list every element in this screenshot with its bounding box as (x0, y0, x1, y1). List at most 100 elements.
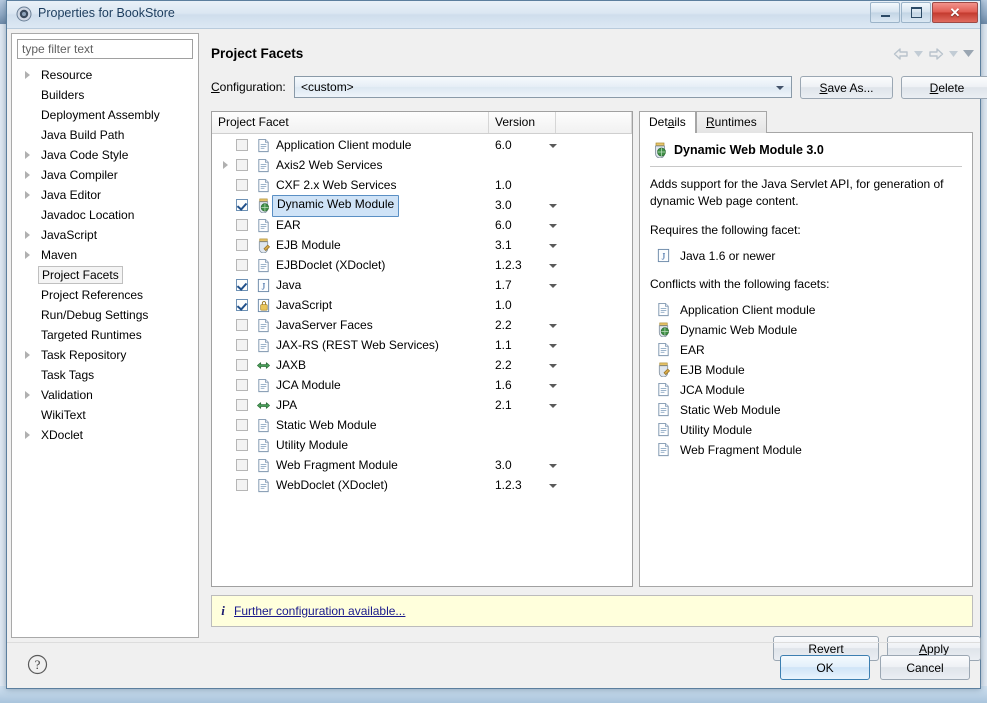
sidebar-item-builders[interactable]: Builders (12, 85, 198, 105)
table-row[interactable]: Axis2 Web Services (212, 155, 632, 175)
configuration-combobox[interactable]: <custom> (294, 76, 792, 98)
facet-checkbox[interactable] (236, 139, 248, 151)
version-chevron-down-icon[interactable] (549, 264, 557, 268)
version-chevron-down-icon[interactable] (549, 484, 557, 488)
further-configuration-link[interactable]: Further configuration available... (234, 604, 405, 618)
version-chevron-down-icon[interactable] (549, 384, 557, 388)
version-chevron-down-icon[interactable] (549, 284, 557, 288)
page-overflow-chevron-down-icon[interactable] (962, 45, 974, 62)
back-arrow-icon[interactable] (892, 45, 909, 62)
sidebar-item-deployment-assembly[interactable]: Deployment Assembly (12, 105, 198, 125)
version-chevron-down-icon[interactable] (549, 244, 557, 248)
version-chevron-down-icon[interactable] (549, 464, 557, 468)
table-row[interactable]: JAX-RS (REST Web Services) 1.1 (212, 335, 632, 355)
expand-chevron-right-icon[interactable] (25, 391, 30, 399)
table-row[interactable]: JPA 2.1 (212, 395, 632, 415)
facet-checkbox[interactable] (236, 339, 248, 351)
sidebar-item-project-references[interactable]: Project References (12, 285, 198, 305)
table-row[interactable]: J Java 1.7 (212, 275, 632, 295)
version-chevron-down-icon[interactable] (549, 144, 557, 148)
facet-checkbox[interactable] (236, 439, 248, 451)
table-row[interactable]: Static Web Module (212, 415, 632, 435)
expand-chevron-right-icon[interactable] (25, 251, 30, 259)
expand-chevron-right-icon[interactable] (25, 171, 30, 179)
expand-chevron-right-icon[interactable] (25, 351, 30, 359)
sidebar-item-task-repository[interactable]: Task Repository (12, 345, 198, 365)
close-button[interactable]: ✕ (932, 2, 978, 23)
sidebar-item-wikitext[interactable]: WikiText (12, 405, 198, 425)
facet-checkbox[interactable] (236, 279, 248, 291)
sidebar-item-java-compiler[interactable]: Java Compiler (12, 165, 198, 185)
table-row[interactable]: Utility Module (212, 435, 632, 455)
help-question-icon[interactable]: ? (27, 654, 48, 675)
sidebar-item-java-editor[interactable]: Java Editor (12, 185, 198, 205)
facet-checkbox[interactable] (236, 419, 248, 431)
version-chevron-down-icon[interactable] (549, 204, 557, 208)
column-header-version[interactable]: Version (489, 112, 556, 133)
doc-icon (656, 402, 671, 417)
table-row[interactable]: Web Fragment Module 3.0 (212, 455, 632, 475)
column-header-project-facet[interactable]: Project Facet (212, 112, 489, 133)
expand-chevron-right-icon[interactable] (25, 431, 30, 439)
table-row[interactable]: JavaServer Faces 2.2 (212, 315, 632, 335)
tab-runtimes[interactable]: Runtimes (696, 111, 767, 133)
facet-checkbox[interactable] (236, 239, 248, 251)
facet-checkbox[interactable] (236, 379, 248, 391)
table-row[interactable]: CXF 2.x Web Services 1.0 (212, 175, 632, 195)
facet-checkbox[interactable] (236, 179, 248, 191)
sidebar-item-task-tags[interactable]: Task Tags (12, 365, 198, 385)
table-row[interactable]: Dynamic Web Module 3.0 (212, 195, 632, 217)
facet-checkbox[interactable] (236, 219, 248, 231)
filter-input[interactable] (17, 39, 193, 59)
sidebar-item-java-code-style[interactable]: Java Code Style (12, 145, 198, 165)
facet-checkbox[interactable] (236, 459, 248, 471)
facet-checkbox[interactable] (236, 479, 248, 491)
minimize-button[interactable] (870, 2, 900, 23)
facet-checkbox[interactable] (236, 359, 248, 371)
version-chevron-down-icon[interactable] (549, 364, 557, 368)
sidebar-item-javascript[interactable]: JavaScript (12, 225, 198, 245)
sidebar-item-maven[interactable]: Maven (12, 245, 198, 265)
table-row[interactable]: WebDoclet (XDoclet) 1.2.3 (212, 475, 632, 495)
table-row[interactable]: JCA Module 1.6 (212, 375, 632, 395)
sidebar-item-validation[interactable]: Validation (12, 385, 198, 405)
back-history-chevron-down-icon[interactable] (912, 45, 924, 62)
sidebar-item-targeted-runtimes[interactable]: Targeted Runtimes (12, 325, 198, 345)
version-chevron-down-icon[interactable] (549, 344, 557, 348)
sidebar-item-java-build-path[interactable]: Java Build Path (12, 125, 198, 145)
tab-details[interactable]: Details (639, 111, 696, 133)
maximize-button[interactable] (901, 2, 931, 23)
facet-checkbox[interactable] (236, 259, 248, 271)
version-chevron-down-icon[interactable] (549, 224, 557, 228)
facet-checkbox[interactable] (236, 199, 248, 211)
version-chevron-down-icon[interactable] (549, 404, 557, 408)
cancel-button[interactable]: Cancel (880, 655, 970, 680)
forward-arrow-icon[interactable] (927, 45, 944, 62)
sidebar-item-run-debug-settings[interactable]: Run/Debug Settings (12, 305, 198, 325)
table-row[interactable]: JAXB 2.2 (212, 355, 632, 375)
table-row[interactable]: EAR 6.0 (212, 215, 632, 235)
facet-checkbox[interactable] (236, 399, 248, 411)
sidebar-item-resource[interactable]: Resource (12, 65, 198, 85)
ok-button[interactable]: OK (780, 655, 870, 680)
save-as-button[interactable]: Save As... (800, 76, 893, 99)
table-row[interactable]: EJBDoclet (XDoclet) 1.2.3 (212, 255, 632, 275)
table-row[interactable]: Application Client module 6.0 (212, 135, 632, 155)
sidebar-item-javadoc-location[interactable]: Javadoc Location (12, 205, 198, 225)
facet-checkbox[interactable] (236, 299, 248, 311)
expand-chevron-right-icon[interactable] (25, 191, 30, 199)
expand-chevron-right-icon[interactable] (223, 161, 228, 169)
version-chevron-down-icon[interactable] (549, 324, 557, 328)
expand-chevron-right-icon[interactable] (25, 231, 30, 239)
forward-history-chevron-down-icon[interactable] (947, 45, 959, 62)
table-row[interactable]: EJB Module 3.1 (212, 235, 632, 255)
project-facet-table[interactable]: Project Facet Version Application Client… (211, 111, 633, 587)
table-row[interactable]: JavaScript 1.0 (212, 295, 632, 315)
sidebar-item-xdoclet[interactable]: XDoclet (12, 425, 198, 445)
expand-chevron-right-icon[interactable] (25, 71, 30, 79)
sidebar-item-project-facets[interactable]: Project Facets (12, 265, 198, 285)
expand-chevron-right-icon[interactable] (25, 151, 30, 159)
facet-checkbox[interactable] (236, 159, 248, 171)
delete-button[interactable]: Delete (901, 76, 987, 99)
facet-checkbox[interactable] (236, 319, 248, 331)
